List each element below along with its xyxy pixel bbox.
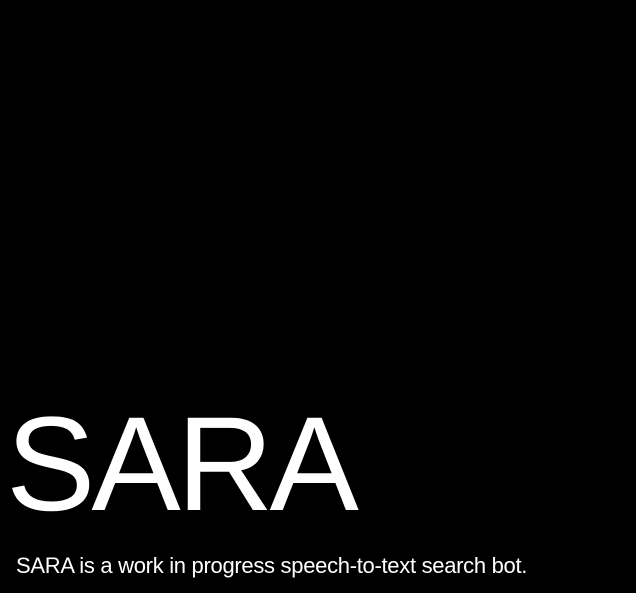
hero-section: SARA SARA is a work in progress speech-t… bbox=[0, 0, 636, 593]
page-title: SARA bbox=[6, 390, 359, 539]
tagline-text: SARA is a work in progress speech-to-tex… bbox=[16, 553, 528, 578]
